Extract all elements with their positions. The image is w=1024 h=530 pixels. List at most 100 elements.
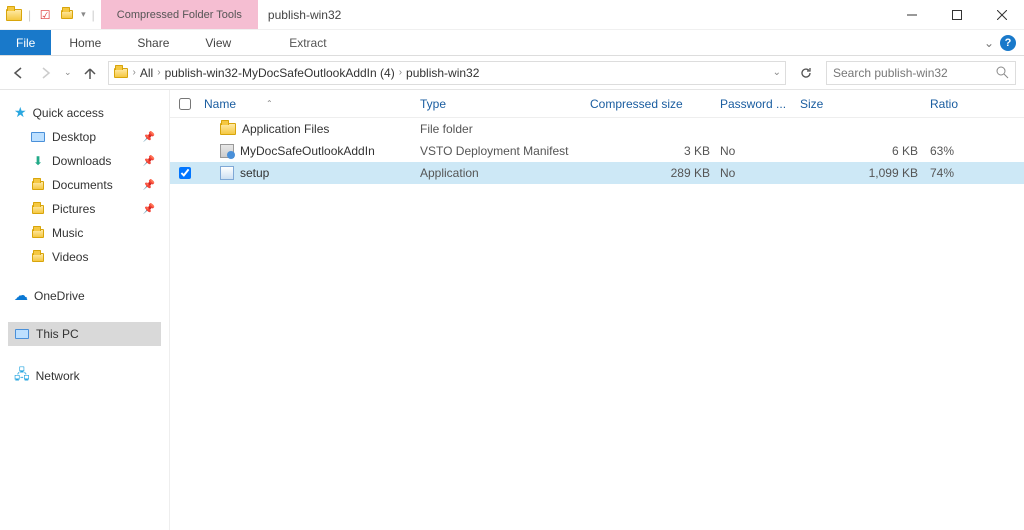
up-icon xyxy=(83,66,97,80)
select-all-checkbox[interactable] xyxy=(170,98,200,110)
ribbon-right: ⌄ ? xyxy=(984,30,1024,55)
navigation-pane: ★ Quick access Desktop 📌 ⬇ Downloads 📌 D… xyxy=(0,90,170,530)
minimize-button[interactable] xyxy=(889,0,934,29)
folder-small-icon[interactable] xyxy=(59,7,75,23)
qat-overflow: | xyxy=(92,8,95,22)
back-icon xyxy=(11,66,25,80)
column-headers: Name ⌃ Type Compressed size Password ...… xyxy=(170,90,1024,118)
quick-access-toolbar: | ☑ ▾ | xyxy=(0,0,101,29)
help-button[interactable]: ? xyxy=(1000,35,1016,51)
breadcrumb-seg-2[interactable]: publish-win32 xyxy=(406,66,479,80)
folder-icon xyxy=(6,7,22,23)
folder-icon xyxy=(220,123,236,135)
ribbon: File Home Share View Extract ⌄ ? xyxy=(0,30,1024,56)
close-button[interactable] xyxy=(979,0,1024,29)
music-icon xyxy=(30,225,46,241)
sidebar-item-music[interactable]: Music xyxy=(8,221,161,245)
row-checkbox[interactable] xyxy=(170,167,200,179)
column-name[interactable]: Name ⌃ xyxy=(200,97,420,111)
vsto-icon xyxy=(220,144,234,158)
column-label: Type xyxy=(420,97,446,111)
maximize-icon xyxy=(952,10,962,20)
back-button[interactable] xyxy=(8,63,28,83)
main-area: ★ Quick access Desktop 📌 ⬇ Downloads 📌 D… xyxy=(0,90,1024,530)
address-dropdown-icon[interactable]: ⌄ xyxy=(773,67,781,78)
column-label: Size xyxy=(800,97,823,111)
sidebar-item-downloads[interactable]: ⬇ Downloads 📌 xyxy=(8,149,161,173)
sidebar-item-label: Network xyxy=(36,369,80,383)
row-name: setup xyxy=(200,166,420,180)
column-compressed[interactable]: Compressed size xyxy=(590,97,720,111)
column-size[interactable]: Size xyxy=(800,97,930,111)
pin-icon: 📌 xyxy=(143,180,155,191)
row-name: Application Files xyxy=(200,122,420,136)
maximize-button[interactable] xyxy=(934,0,979,29)
column-type[interactable]: Type xyxy=(420,97,590,111)
column-label: Compressed size xyxy=(590,97,683,111)
forward-icon xyxy=(39,66,53,80)
history-dropdown-icon[interactable]: ⌄ xyxy=(64,67,72,78)
sidebar-item-desktop[interactable]: Desktop 📌 xyxy=(8,125,161,149)
context-tab-compressed[interactable]: Compressed Folder Tools xyxy=(101,0,258,29)
row-type: File folder xyxy=(420,122,590,136)
tab-file-label: File xyxy=(16,36,35,50)
tab-file[interactable]: File xyxy=(0,30,51,55)
sidebar-item-quick-access[interactable]: ★ Quick access xyxy=(8,100,161,125)
refresh-button[interactable] xyxy=(794,66,818,80)
breadcrumb-label: All xyxy=(140,66,153,80)
refresh-icon xyxy=(799,66,813,80)
table-row[interactable]: setupApplication289 KBNo1,099 KB74% xyxy=(170,162,1024,184)
qat-separator: | xyxy=(28,8,31,22)
row-ratio: 74% xyxy=(930,166,1024,180)
sidebar-item-onedrive[interactable]: ☁ OneDrive xyxy=(8,283,161,308)
file-name: Application Files xyxy=(242,122,329,136)
tab-share[interactable]: Share xyxy=(119,30,187,55)
minimize-icon xyxy=(907,10,917,20)
column-password[interactable]: Password ... xyxy=(720,97,800,111)
breadcrumb-label: publish-win32 xyxy=(406,66,479,80)
file-list: Name ⌃ Type Compressed size Password ...… xyxy=(170,90,1024,530)
tab-view-label: View xyxy=(205,36,231,50)
breadcrumb-label: publish-win32-MyDocSafeOutlookAddIn (4) xyxy=(165,66,395,80)
sidebar-item-documents[interactable]: Documents 📌 xyxy=(8,173,161,197)
context-tab-label: Compressed Folder Tools xyxy=(117,9,242,21)
tab-share-label: Share xyxy=(137,36,169,50)
tab-extract[interactable]: Extract xyxy=(249,30,366,55)
pin-icon: 📌 xyxy=(143,204,155,215)
navigation-bar: ⌄ › All › publish-win32-MyDocSafeOutlookA… xyxy=(0,56,1024,90)
chevron-right-icon: › xyxy=(157,67,160,78)
breadcrumb-seg-0[interactable]: All › xyxy=(140,66,161,80)
table-row[interactable]: Application Files File folder xyxy=(170,118,1024,140)
chevron-right-icon: › xyxy=(399,67,402,78)
search-icon xyxy=(996,66,1009,79)
star-icon: ★ xyxy=(14,104,27,121)
pin-icon: 📌 xyxy=(143,132,155,143)
column-label: Ratio xyxy=(930,97,958,111)
row-type: Application xyxy=(420,166,590,180)
properties-icon[interactable]: ☑ xyxy=(37,7,53,23)
rows-container: Application FilesFile folderMyDocSafeOut… xyxy=(170,118,1024,184)
breadcrumb-seg-1[interactable]: publish-win32-MyDocSafeOutlookAddIn (4) › xyxy=(165,66,402,80)
sidebar-item-network[interactable]: 🖧 Network xyxy=(8,360,161,392)
tab-view[interactable]: View xyxy=(187,30,249,55)
search-input[interactable]: Search publish-win32 xyxy=(826,61,1016,85)
pictures-icon xyxy=(30,201,46,217)
sidebar-item-pictures[interactable]: Pictures 📌 xyxy=(8,197,161,221)
column-ratio[interactable]: Ratio xyxy=(930,97,1024,111)
sidebar-item-videos[interactable]: Videos xyxy=(8,245,161,269)
row-ratio: 63% xyxy=(930,144,1024,158)
title-bar: | ☑ ▾ | Compressed Folder Tools publish-… xyxy=(0,0,1024,30)
sidebar-item-thispc[interactable]: This PC xyxy=(8,322,161,346)
breadcrumb[interactable]: › All › publish-win32-MyDocSafeOutlookAdd… xyxy=(108,61,786,85)
sidebar-item-label: Videos xyxy=(52,250,88,264)
row-name: MyDocSafeOutlookAddIn xyxy=(200,144,420,158)
row-size: 6 KB xyxy=(800,144,930,158)
ribbon-collapse-icon[interactable]: ⌄ xyxy=(984,36,994,50)
tab-home-label: Home xyxy=(69,36,101,50)
sidebar-item-label: Downloads xyxy=(52,154,111,168)
table-row[interactable]: MyDocSafeOutlookAddInVSTO Deployment Man… xyxy=(170,140,1024,162)
qat-dropdown-icon[interactable]: ▾ xyxy=(81,9,86,20)
tab-home[interactable]: Home xyxy=(51,30,119,55)
up-button[interactable] xyxy=(80,63,100,83)
forward-button[interactable] xyxy=(36,63,56,83)
